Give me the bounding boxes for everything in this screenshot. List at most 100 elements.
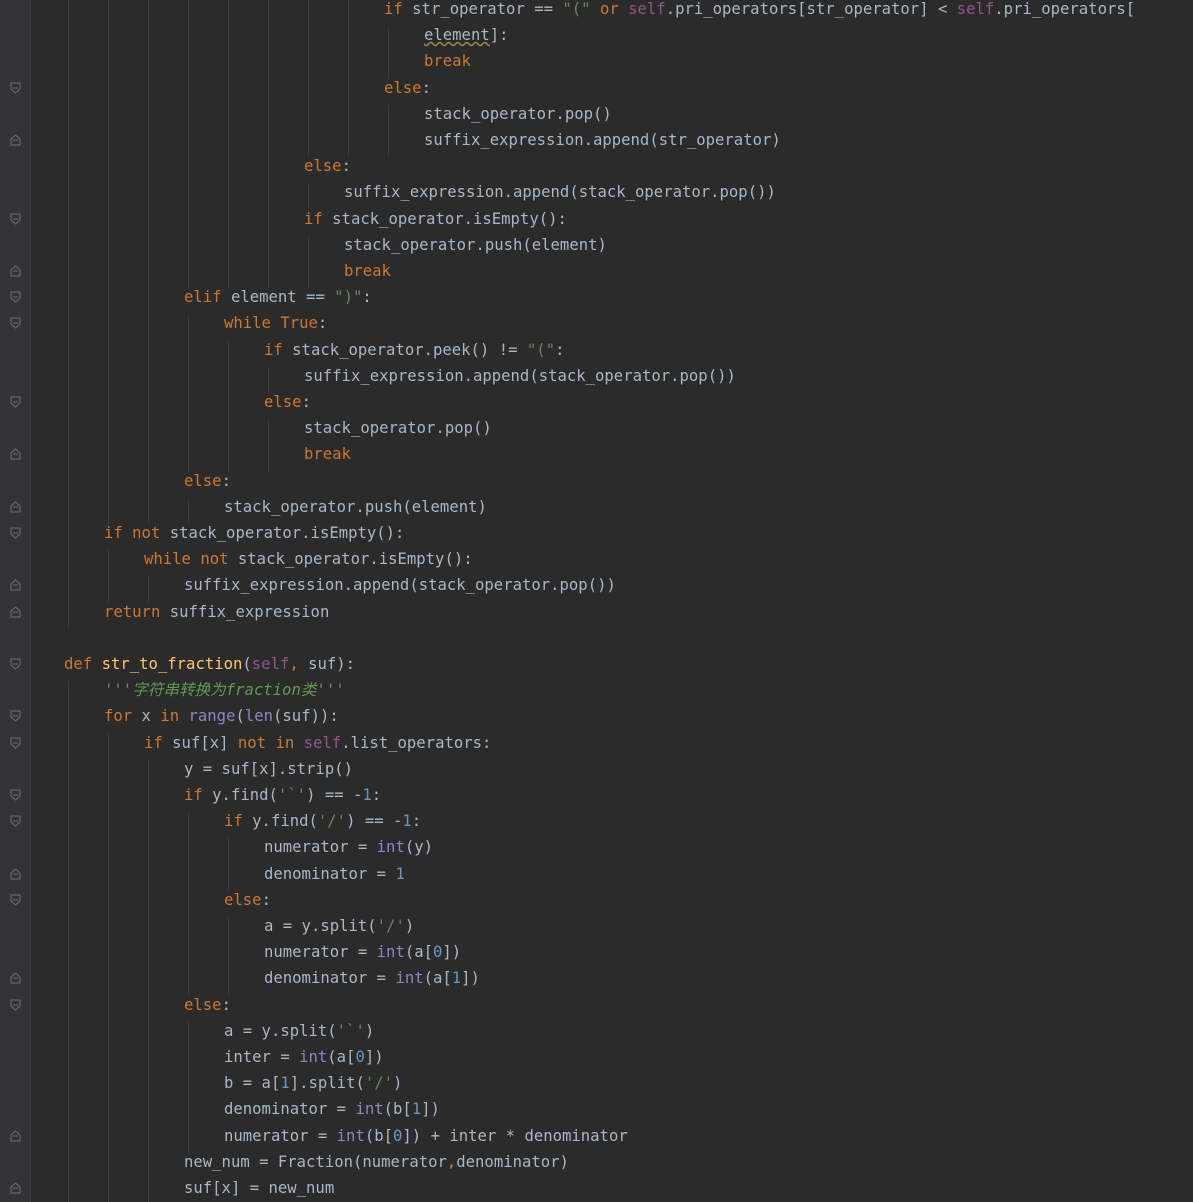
- code-line[interactable]: if stack_operator.isEmpty():: [0, 210, 1193, 236]
- code-line[interactable]: denominator = int(b[1]): [0, 1100, 1193, 1126]
- fold-open-icon[interactable]: [10, 999, 21, 1011]
- code-line[interactable]: else:: [0, 79, 1193, 105]
- code-line[interactable]: else:: [0, 996, 1193, 1022]
- code-line[interactable]: new_num = Fraction(numerator,denominator…: [0, 1153, 1193, 1179]
- fold-open-icon[interactable]: [10, 291, 21, 303]
- code-line[interactable]: if str_operator == "(" or self.pri_opera…: [0, 0, 1193, 26]
- code-line[interactable]: suffix_expression.append(stack_operator.…: [0, 183, 1193, 209]
- code-line[interactable]: if stack_operator.peek() != "(":: [0, 341, 1193, 367]
- code-token: ) == -: [346, 812, 403, 831]
- fold-close-icon[interactable]: [10, 605, 21, 618]
- code-line[interactable]: stack_operator.pop(): [0, 419, 1193, 445]
- code-line[interactable]: y = suf[x].strip(): [0, 760, 1193, 786]
- code-token: self: [251, 655, 290, 673]
- code-token: :: [341, 157, 351, 176]
- code-token: suf):: [298, 655, 356, 673]
- code-line[interactable]: '''字符串转换为fraction类''': [0, 681, 1193, 707]
- code-line[interactable]: for x in range(len(suf)):: [0, 707, 1193, 733]
- code-line[interactable]: stack_operator.pop(): [0, 105, 1193, 131]
- fold-close-icon[interactable]: [10, 501, 21, 513]
- code-line[interactable]: if not stack_operator.isEmpty():: [0, 524, 1193, 550]
- code-line[interactable]: a = y.split('/'): [0, 917, 1193, 943]
- code-token: (b[: [383, 1100, 412, 1119]
- code-line[interactable]: if y.find('`') == -1:: [0, 786, 1193, 812]
- code-token: len: [244, 707, 274, 726]
- fold-open-icon[interactable]: [10, 527, 21, 539]
- code-token: '/': [364, 1074, 394, 1093]
- code-line[interactable]: break: [0, 52, 1193, 78]
- code-token: else: [184, 995, 222, 1014]
- code-token: if: [184, 786, 203, 804]
- fold-open-icon[interactable]: [10, 317, 21, 330]
- fold-open-icon[interactable]: [10, 396, 21, 408]
- code-token: stack_operator.isEmpty():: [160, 524, 405, 542]
- code-line[interactable]: elif element == ")":: [0, 288, 1193, 314]
- vertical-scrollbar[interactable]: [1185, 0, 1193, 1202]
- fold-close-icon[interactable]: [10, 1182, 21, 1194]
- code-line[interactable]: break: [0, 262, 1193, 288]
- fold-close-icon[interactable]: [10, 134, 21, 146]
- fold-close-icon[interactable]: [10, 972, 21, 984]
- code-token: ]): [421, 1100, 440, 1119]
- code-line[interactable]: denominator = int(a[1]): [0, 969, 1193, 995]
- code-line[interactable]: numerator = int(b[0]) + inter * denomina…: [0, 1127, 1193, 1153]
- code-line[interactable]: denominator = 1: [0, 865, 1193, 891]
- code-line[interactable]: while True:: [0, 314, 1193, 340]
- fold-close-icon[interactable]: [10, 1129, 21, 1142]
- code-token: ]:: [489, 26, 509, 45]
- fold-open-icon[interactable]: [10, 710, 21, 723]
- code-token: int: [336, 1126, 365, 1145]
- code-line[interactable]: else:: [0, 157, 1193, 183]
- code-token: ,: [446, 1152, 457, 1171]
- fold-open-icon[interactable]: [10, 82, 21, 94]
- fold-open-icon[interactable]: [10, 815, 21, 827]
- fold-open-icon[interactable]: [10, 213, 21, 225]
- code-line[interactable]: a = y.split('`'): [0, 1022, 1193, 1048]
- fold-close-icon[interactable]: [10, 448, 21, 460]
- code-line[interactable]: stack_operator.push(element): [0, 236, 1193, 262]
- code-line[interactable]: def str_to_fraction(self, suf):: [0, 655, 1193, 681]
- code-token: def: [64, 655, 93, 673]
- code-area[interactable]: if str_operator == "(" or self.pri_opera…: [0, 0, 1193, 1202]
- code-line[interactable]: suf[x] = new_num: [0, 1179, 1193, 1202]
- code-token: suffix_expression.append(stack_operator.…: [344, 183, 776, 202]
- code-token: self: [956, 0, 995, 18]
- code-line[interactable]: [0, 629, 1193, 655]
- code-line[interactable]: else:: [0, 393, 1193, 419]
- code-editor[interactable]: if str_operator == "(" or self.pri_opera…: [0, 0, 1193, 1202]
- fold-close-icon[interactable]: [10, 265, 21, 277]
- fold-open-icon[interactable]: [10, 737, 21, 749]
- code-line[interactable]: while not stack_operator.isEmpty():: [0, 550, 1193, 576]
- code-line[interactable]: else:: [0, 891, 1193, 917]
- code-token: (a[: [423, 969, 452, 988]
- code-line[interactable]: break: [0, 445, 1193, 471]
- code-line[interactable]: suffix_expression.append(stack_operator.…: [0, 367, 1193, 393]
- code-line[interactable]: if suf[x] not in self.list_operators:: [0, 734, 1193, 760]
- code-line[interactable]: suffix_expression.append(stack_operator.…: [0, 576, 1193, 602]
- code-token: else: [224, 890, 262, 909]
- code-token: stack_operator.push(element): [224, 497, 487, 516]
- code-token: in: [160, 707, 180, 726]
- fold-close-icon[interactable]: [10, 579, 21, 591]
- fold-close-icon[interactable]: [10, 867, 21, 880]
- code-line[interactable]: b = a[1].split('/'): [0, 1074, 1193, 1100]
- code-line[interactable]: stack_operator.push(element): [0, 498, 1193, 524]
- code-token: stack_operator.isEmpty():: [322, 209, 567, 228]
- fold-open-icon[interactable]: [10, 789, 21, 801]
- code-line[interactable]: inter = int(a[0]): [0, 1048, 1193, 1074]
- code-line[interactable]: suffix_expression.append(str_operator): [0, 131, 1193, 157]
- code-token: denominator =: [224, 1100, 356, 1119]
- code-token: int: [376, 838, 405, 857]
- code-line[interactable]: element]:: [0, 26, 1193, 52]
- code-line[interactable]: numerator = int(y): [0, 838, 1193, 864]
- code-line[interactable]: numerator = int(a[0]): [0, 943, 1193, 969]
- code-token: :: [555, 340, 565, 359]
- code-line[interactable]: if y.find('/') == -1:: [0, 812, 1193, 838]
- code-line[interactable]: else:: [0, 472, 1193, 498]
- code-token: denominator =: [264, 864, 396, 883]
- fold-open-icon[interactable]: [10, 658, 21, 670]
- code-line[interactable]: return suffix_expression: [0, 603, 1193, 629]
- fold-open-icon[interactable]: [10, 894, 21, 906]
